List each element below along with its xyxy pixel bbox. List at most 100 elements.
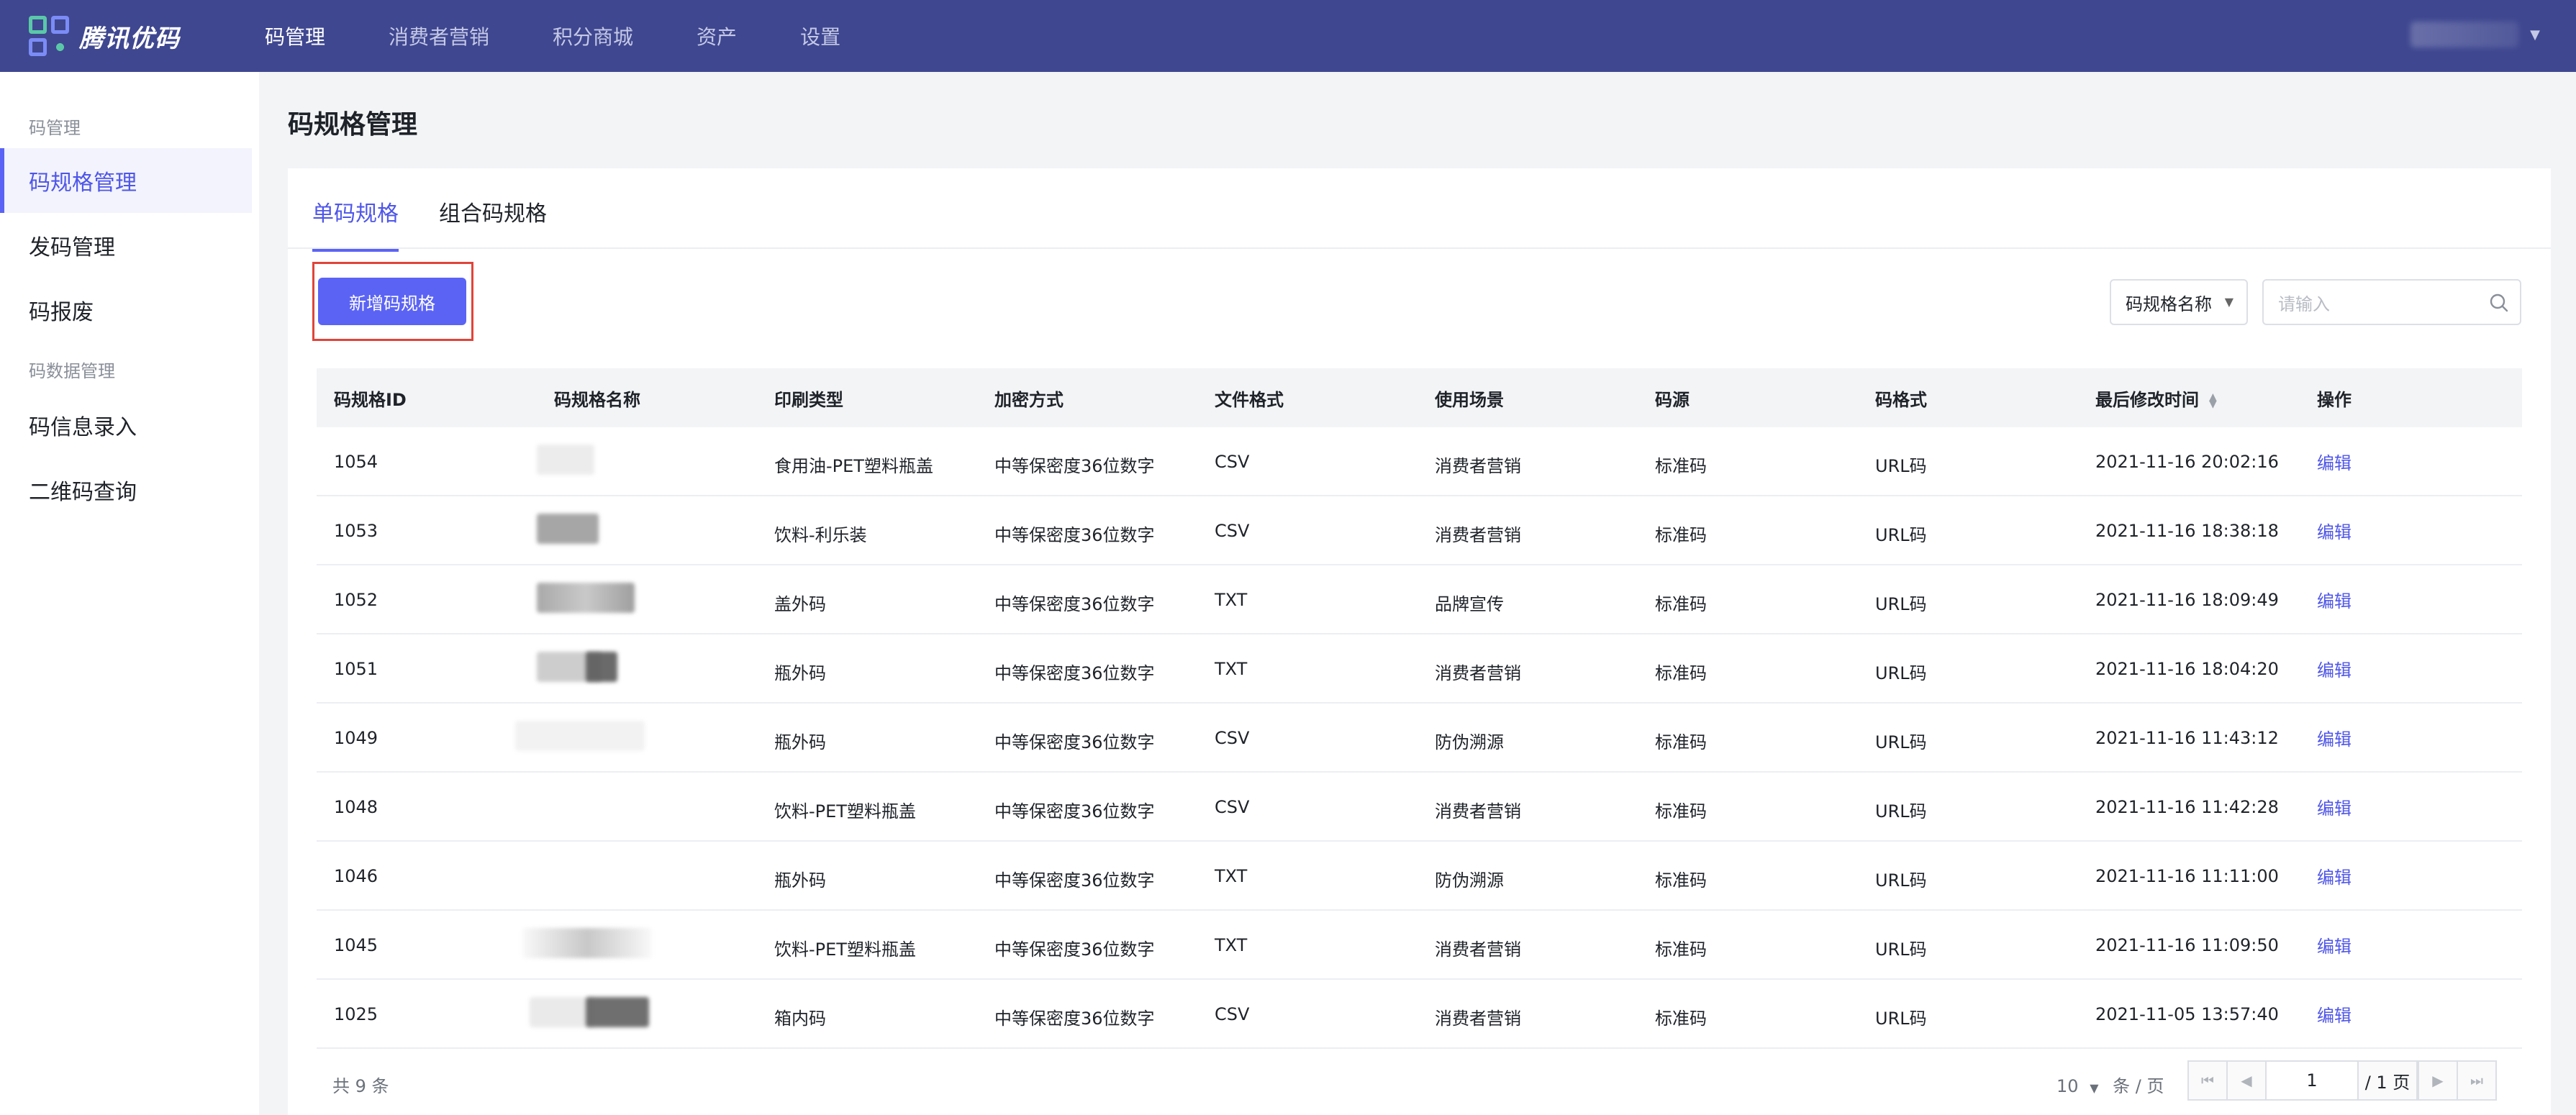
th-name: 码规格名称 <box>554 389 640 410</box>
cell-enc: 中等保密度36位数字 <box>994 870 1155 891</box>
code-spec-table: 码规格ID 码规格名称 印刷类型 加密方式 文件格式 使用场景 码源 码格式 最… <box>317 368 2522 1049</box>
redacted-spec-name <box>537 445 594 475</box>
th-last-modified-label: 最后修改时间 <box>2095 389 2199 410</box>
cell-fmt: CSV <box>1215 797 1250 817</box>
table-row: 1046 瓶外码 中等保密度36位数字 TXT 防伪溯源 标准码 URL码 2021-11-1… <box>317 842 2522 911</box>
cell-id: 1025 <box>334 1004 378 1024</box>
cell-scene: 消费者营销 <box>1435 525 1521 545</box>
first-page-icon[interactable]: ⏮ <box>2187 1060 2228 1101</box>
sidebar-item-label: 发码管理 <box>29 235 115 260</box>
search-input[interactable]: 请输入 <box>2262 279 2521 325</box>
search-placeholder: 请输入 <box>2278 293 2330 314</box>
search-icon[interactable] <box>2488 292 2510 314</box>
cell-src: 标准码 <box>1655 525 1707 545</box>
cell-id: 1046 <box>334 866 378 886</box>
caret-down-icon: ▼ <box>2530 27 2540 42</box>
cell-print: 饮料-利乐装 <box>774 525 867 545</box>
cell-enc: 中等保密度36位数字 <box>994 801 1155 822</box>
th-code-source: 码源 <box>1655 389 1690 410</box>
cell-fmt: TXT <box>1215 590 1248 610</box>
cell-id: 1049 <box>334 728 378 748</box>
page-number-input[interactable]: 1 <box>2265 1060 2359 1101</box>
cell-id: 1051 <box>334 659 378 679</box>
cell-print: 盖外码 <box>774 594 826 614</box>
cell-fmt: CSV <box>1215 728 1250 748</box>
cell-src: 标准码 <box>1655 594 1707 614</box>
cell-time: 2021-11-16 11:09:50 <box>2095 935 2279 955</box>
edit-link[interactable]: 编辑 <box>2317 794 2351 819</box>
topnav-points-mall[interactable]: 积分商城 <box>553 22 633 50</box>
page-size-unit: 条 / 页 <box>2113 1076 2164 1096</box>
cell-print: 食用油-PET塑料瓶盖 <box>774 456 933 476</box>
sort-icon[interactable]: ▲ ▼ <box>2209 392 2217 409</box>
edit-link[interactable]: 编辑 <box>2317 449 2351 474</box>
cell-id: 1054 <box>334 452 378 472</box>
caret-down-icon: ▼ <box>2090 1081 2099 1095</box>
topnav-settings[interactable]: 设置 <box>800 22 840 50</box>
th-print-type: 印刷类型 <box>774 389 843 410</box>
sidebar-item-qrcode-query[interactable]: 二维码查询 <box>0 458 252 522</box>
edit-link[interactable]: 编辑 <box>2317 1001 2351 1027</box>
edit-link[interactable]: 编辑 <box>2317 932 2351 957</box>
edit-link[interactable]: 编辑 <box>2317 587 2351 612</box>
user-menu[interactable]: ▼ <box>2411 22 2540 47</box>
cell-code: URL码 <box>1875 939 1927 960</box>
redacted-spec-name <box>530 997 594 1027</box>
topnav-consumer-marketing[interactable]: 消费者营销 <box>389 22 489 50</box>
th-code-format: 码格式 <box>1875 389 1927 410</box>
table-row: 1025 箱内码 中等保密度36位数字 CSV 消费者营销 标准码 URL码 2021-11-… <box>317 980 2522 1049</box>
total-pages: / 1 页 <box>2359 1060 2418 1101</box>
sidebar-item-label: 二维码查询 <box>29 480 137 505</box>
cell-fmt: TXT <box>1215 935 1248 955</box>
sidebar: 码管理 码规格管理 发码管理 码报废 码数据管理 码信息录入 二维码查询 <box>0 72 259 1115</box>
th-last-modified[interactable]: 最后修改时间 ▲ ▼ <box>2095 386 2217 411</box>
page-size-select[interactable]: 10 ▼ 条 / 页 <box>2056 1072 2164 1097</box>
cell-fmt: CSV <box>1215 452 1250 472</box>
edit-link[interactable]: 编辑 <box>2317 725 2351 750</box>
cell-code: URL码 <box>1875 801 1927 822</box>
cell-enc: 中等保密度36位数字 <box>994 594 1155 614</box>
cell-enc: 中等保密度36位数字 <box>994 939 1155 960</box>
next-page-icon[interactable]: ▶ <box>2418 1060 2458 1101</box>
sidebar-item-code-info-entry[interactable]: 码信息录入 <box>0 393 252 458</box>
sidebar-item-code-issue[interactable]: 发码管理 <box>0 213 252 278</box>
brand-logo[interactable]: 腾讯优码 <box>29 13 180 59</box>
cell-scene: 消费者营销 <box>1435 456 1521 476</box>
user-name-redacted <box>2411 22 2519 47</box>
redacted-spec-name <box>522 928 652 958</box>
edit-link[interactable]: 编辑 <box>2317 656 2351 681</box>
table-header: 码规格ID 码规格名称 印刷类型 加密方式 文件格式 使用场景 码源 码格式 最… <box>317 368 2522 427</box>
edit-link[interactable]: 编辑 <box>2317 863 2351 888</box>
cell-time: 2021-11-16 11:43:12 <box>2095 728 2279 748</box>
cell-enc: 中等保密度36位数字 <box>994 456 1155 476</box>
tab-single-code-spec[interactable]: 单码规格 <box>312 196 399 252</box>
filter-field-select[interactable]: 码规格名称 ▼ <box>2110 279 2248 325</box>
edit-link[interactable]: 编辑 <box>2317 518 2351 543</box>
cell-src: 标准码 <box>1655 939 1707 960</box>
redacted-spec-name <box>515 721 645 751</box>
last-page-icon[interactable]: ⏭ <box>2457 1060 2497 1101</box>
caret-down-icon: ▼ <box>2224 295 2233 309</box>
sidebar-item-label: 码报废 <box>29 300 94 325</box>
topnav-assets[interactable]: 资产 <box>697 22 737 50</box>
cell-id: 1053 <box>334 521 378 541</box>
table-row: 1049 瓶外码 中等保密度36位数字 CSV 防伪溯源 标准码 URL码 2021-11-1… <box>317 704 2522 773</box>
cell-time: 2021-11-16 18:04:20 <box>2095 659 2279 679</box>
cell-print: 饮料-PET塑料瓶盖 <box>774 939 916 960</box>
cell-id: 1045 <box>334 935 378 955</box>
cell-scene: 消费者营销 <box>1435 663 1521 683</box>
tab-combo-code-spec[interactable]: 组合码规格 <box>439 196 547 249</box>
sidebar-item-code-scrap[interactable]: 码报废 <box>0 278 252 342</box>
page-title: 码规格管理 <box>288 110 418 140</box>
prev-page-icon[interactable]: ◀ <box>2226 1060 2267 1101</box>
cell-code: URL码 <box>1875 1009 1927 1029</box>
sidebar-item-code-spec[interactable]: 码规格管理 <box>0 148 252 213</box>
table-row: 1053 饮料-利乐装 中等保密度36位数字 CSV 消费者营销 标准码 URL码 2021-… <box>317 496 2522 565</box>
topnav-code-management[interactable]: 码管理 <box>265 22 325 50</box>
cell-id: 1048 <box>334 797 378 817</box>
add-code-spec-button[interactable]: 新增码规格 <box>318 278 466 325</box>
table-row: 1048 饮料-PET塑料瓶盖 中等保密度36位数字 CSV 消费者营销 标准码 URL码 2… <box>317 773 2522 842</box>
page-size-value: 10 <box>2056 1076 2079 1096</box>
th-actions: 操作 <box>2317 389 2351 410</box>
total-count: 共 9 条 <box>332 1076 389 1096</box>
